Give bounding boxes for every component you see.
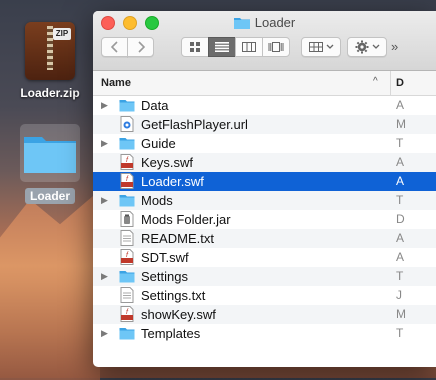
zip-tag: ZIP [53,28,71,40]
file-date-truncated: T [396,136,404,150]
disclosure-triangle-icon[interactable]: ▶ [101,138,111,149]
file-row[interactable]: Mods Folder.jar D [93,210,436,229]
file-date-truncated: J [396,288,402,302]
file-row[interactable]: ▶ Templates T [93,324,436,343]
window-title-text: Loader [254,15,296,30]
forward-button[interactable] [127,37,154,57]
file-date-truncated: A [396,174,405,188]
desktop-zip-file[interactable]: ZIP Loader.zip [14,22,86,100]
disclosure-triangle-icon[interactable]: ▶ [101,328,111,339]
file-name: Data [141,98,169,113]
file-row[interactable]: Settings.txt J [93,286,436,305]
file-name: Mods Folder.jar [141,212,231,227]
file-date-truncated: M [396,307,406,321]
chevron-left-icon [110,41,118,53]
file-row[interactable]: ▶ Mods T [93,191,436,210]
file-row[interactable]: f showKey.swf M [93,305,436,324]
list-view-button[interactable] [208,37,236,57]
file-name: Guide [141,136,176,151]
file-row[interactable]: GetFlashPlayer.url M [93,115,436,134]
url-file-icon [119,116,135,132]
flash-file-icon: f [119,154,135,170]
folder-icon [119,192,135,208]
columns-icon [242,42,256,52]
date-column-header[interactable]: D [396,77,404,89]
column-header: Name ^ D [93,71,436,96]
file-row[interactable]: ▶ Guide T [93,134,436,153]
file-date-truncated: A [396,231,405,245]
file-row[interactable]: f SDT.swf A [93,248,436,267]
icon-view-button[interactable] [181,37,209,57]
file-name: Settings.txt [141,288,206,303]
flash-file-icon: f [119,249,135,265]
folder-icon [24,137,76,173]
desktop-wallpaper [0,190,100,380]
folder-icon [119,325,135,341]
java-archive-icon [119,211,135,227]
window-title: Loader [93,15,436,30]
file-name: README.txt [141,231,214,246]
gear-icon [355,40,368,54]
grid-icon [190,42,200,52]
disclosure-triangle-icon[interactable]: ▶ [101,271,111,282]
desktop-folder-label: Loader [24,188,75,204]
desktop-folder[interactable]: Loader [14,124,86,204]
file-date-truncated: T [396,193,404,207]
cover-flow-view-button[interactable] [262,37,290,57]
file-row[interactable]: ▶ Data A [93,96,436,115]
view-mode-group [181,37,290,57]
file-row[interactable]: f Keys.swf A [93,153,436,172]
chevron-down-icon [372,44,379,49]
file-name: Templates [141,326,201,341]
folder-icon [119,97,135,113]
cover-flow-icon [268,42,284,52]
file-row[interactable]: ▶ Settings T [93,267,436,286]
list-icon [215,42,229,52]
folder-icon [119,135,135,151]
file-date-truncated: M [396,117,406,131]
window-toolbar: Loader » [93,11,436,71]
file-date-truncated: D [396,212,405,226]
folder-icon [119,268,135,284]
toolbar-overflow-button[interactable]: » [391,39,398,54]
file-name: Mods [141,193,173,208]
chevron-right-icon [137,41,145,53]
back-button[interactable] [101,37,128,57]
disclosure-triangle-icon[interactable]: ▶ [101,195,111,206]
file-date-truncated: T [396,326,404,340]
disclosure-triangle-icon[interactable]: ▶ [101,100,111,111]
chevron-down-icon [326,44,333,49]
arrange-button[interactable] [301,37,341,57]
folder-icon [233,17,250,29]
arrange-grid-icon [308,42,323,52]
sort-ascending-icon: ^ [373,76,378,87]
file-row[interactable]: f Loader.swf A [93,172,436,191]
action-button[interactable] [347,37,387,57]
text-document-icon [119,287,135,303]
zip-archive-icon: ZIP [25,22,75,80]
file-date-truncated: A [396,250,405,264]
file-list: ▶ Data A GetFlashPlayer.url M ▶ Guide Tf Keys.sw… [93,96,436,343]
file-date-truncated: A [396,98,405,112]
file-name: Loader.swf [141,174,204,189]
name-column-header[interactable]: Name [101,77,131,89]
file-name: Settings [141,269,188,284]
flash-file-icon: f [119,306,135,322]
column-divider[interactable] [390,71,391,95]
desktop-zip-label: Loader.zip [20,86,80,100]
file-row[interactable]: README.txt A [93,229,436,248]
file-date-truncated: A [396,155,405,169]
text-document-icon [119,230,135,246]
file-name: Keys.swf [141,155,194,170]
file-date-truncated: T [396,269,404,283]
file-name: showKey.swf [141,307,216,322]
finder-window: Loader » Name ^ D ▶ Data A GetFlashPlaye… [93,11,436,367]
file-name: SDT.swf [141,250,189,265]
column-view-button[interactable] [235,37,263,57]
file-name: GetFlashPlayer.url [141,117,248,132]
flash-file-icon: f [119,173,135,189]
